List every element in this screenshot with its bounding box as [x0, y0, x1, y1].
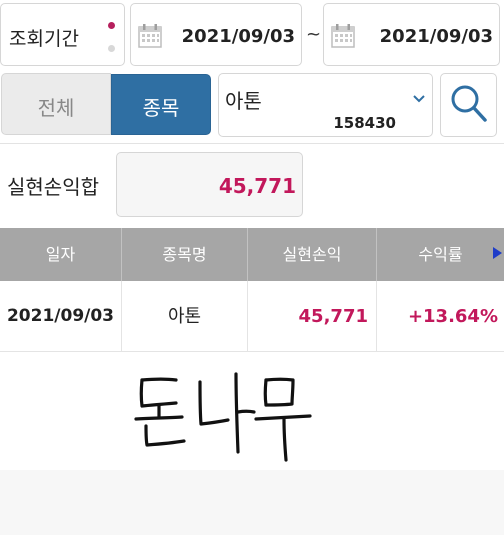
period-option-dot-inactive[interactable] [108, 45, 115, 52]
chevron-down-icon [413, 95, 425, 103]
table-row[interactable]: 2021/09/03 아톤 45,771 +13.64% [0, 281, 504, 352]
column-header-stock-name[interactable]: 종목명 [122, 228, 248, 281]
cell-date: 2021/09/03 [0, 281, 122, 352]
start-date-value: 2021/09/03 [181, 26, 295, 47]
period-selector[interactable]: 조회기간 [0, 3, 125, 66]
stock-dropdown[interactable]: 아톤 158430 [218, 73, 433, 137]
period-option-dot-active[interactable] [108, 22, 115, 29]
calendar-icon [138, 24, 162, 48]
column-header-return-rate[interactable]: 수익률 [377, 228, 504, 281]
date-separator: ~ [306, 24, 322, 45]
all-tab-label: 전체 [37, 96, 75, 120]
scroll-right-arrow-icon[interactable] [493, 247, 502, 259]
handwritten-signature [134, 372, 312, 462]
realized-pnl-value: 45,771 [218, 174, 296, 198]
column-header-realized-pnl[interactable]: 실현손익 [248, 228, 377, 281]
start-date-field[interactable]: 2021/09/03 [130, 3, 302, 66]
divider [0, 143, 504, 144]
realized-pnl-label: 실현손익합 [7, 175, 99, 199]
period-label: 조회기간 [9, 28, 79, 50]
search-icon [451, 85, 487, 122]
end-date-value: 2021/09/03 [379, 26, 493, 47]
all-tab-button[interactable]: 전체 [1, 73, 111, 135]
table-header: 일자 종목명 실현손익 수익률 [0, 228, 504, 281]
search-button[interactable] [440, 73, 497, 137]
item-tab-button[interactable]: 종목 [111, 74, 211, 135]
cell-stock-name: 아톤 [122, 281, 248, 352]
stock-name: 아톤 [225, 89, 262, 113]
calendar-icon [331, 24, 355, 48]
cell-realized-pnl: 45,771 [248, 281, 377, 352]
end-date-field[interactable]: 2021/09/03 [323, 3, 500, 66]
stock-code: 158430 [333, 114, 396, 132]
cell-return-rate: +13.64% [407, 306, 498, 327]
bottom-area [0, 470, 504, 535]
item-tab-label: 종목 [142, 96, 180, 120]
realized-pnl-box: 45,771 [116, 152, 303, 217]
column-header-date[interactable]: 일자 [0, 228, 122, 281]
